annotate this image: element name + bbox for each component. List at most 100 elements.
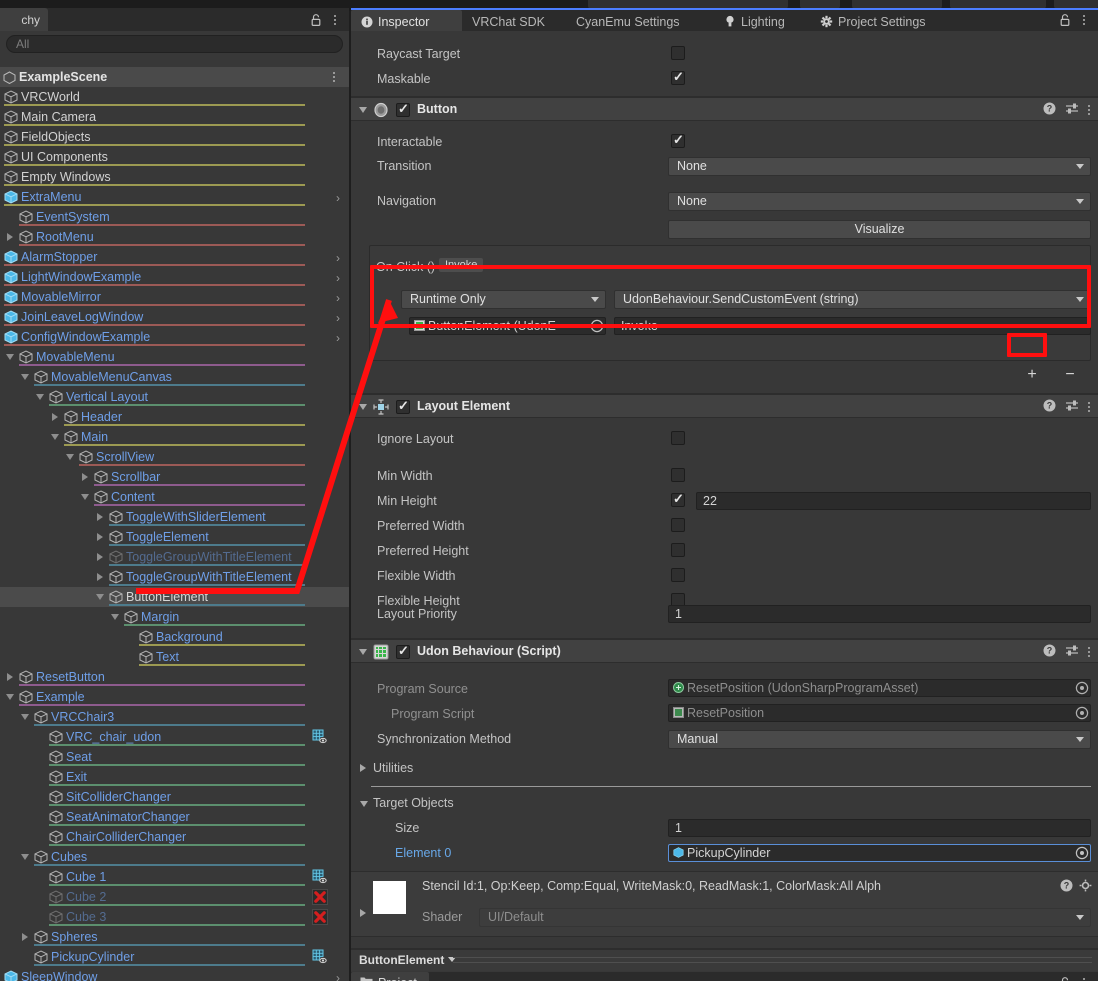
project-lock-icon[interactable]	[1058, 976, 1072, 981]
navigation-dropdown[interactable]: None	[668, 192, 1091, 211]
hierarchy-item[interactable]: AlarmStopper ›	[0, 247, 349, 267]
collapse-triangle-icon[interactable]	[96, 594, 104, 600]
hierarchy-item[interactable]: Main	[0, 427, 349, 447]
hierarchy-item[interactable]: ResetButton	[0, 667, 349, 687]
utilities-fold-icon[interactable]	[360, 764, 366, 772]
maskable-checkbox[interactable]	[671, 69, 685, 85]
expand-triangle-icon[interactable]	[52, 413, 58, 421]
udon-enabled-checkbox[interactable]	[396, 643, 410, 659]
preset-icon[interactable]	[1065, 644, 1079, 660]
hierarchy-item[interactable]: FieldObjects	[0, 127, 349, 147]
hierarchy-item[interactable]: Cube 2	[0, 887, 349, 907]
sync-method-dropdown[interactable]: Manual	[668, 730, 1091, 749]
preset-icon[interactable]	[1065, 102, 1079, 118]
hierarchy-item[interactable]: ToggleGroupWithTitleElement	[0, 547, 349, 567]
component-header-udon-behaviour[interactable]: Udon Behaviour (Script) ?	[351, 639, 1098, 663]
hierarchy-item[interactable]: Main Camera	[0, 107, 349, 127]
hierarchy-item[interactable]: Cube 1	[0, 867, 349, 887]
expand-triangle-icon[interactable]	[97, 513, 103, 521]
hierarchy-item[interactable]: Content	[0, 487, 349, 507]
expand-triangle-icon[interactable]	[97, 533, 103, 541]
component-header-layout-element[interactable]: Layout Element ?	[351, 394, 1098, 418]
hierarchy-menu-icon[interactable]	[329, 12, 341, 28]
expand-triangle-icon[interactable]	[97, 553, 103, 561]
hierarchy-item[interactable]: ExtraMenu ›	[0, 187, 349, 207]
collapse-triangle-icon[interactable]	[6, 354, 14, 360]
static-flags-icon[interactable]	[312, 949, 328, 965]
size-field[interactable]: 1	[668, 819, 1091, 837]
hierarchy-item[interactable]: SeatAnimatorChanger	[0, 807, 349, 827]
hierarchy-item[interactable]: Exit	[0, 767, 349, 787]
min-height-field[interactable]: 22	[696, 492, 1091, 510]
hierarchy-item[interactable]: ToggleWithSliderElement	[0, 507, 349, 527]
object-picker-icon[interactable]	[1075, 706, 1089, 720]
hierarchy-item[interactable]: RootMenu	[0, 227, 349, 247]
hierarchy-item[interactable]: Spheres	[0, 927, 349, 947]
fold-triangle-icon[interactable]	[359, 649, 367, 655]
collapse-triangle-icon[interactable]	[21, 714, 29, 720]
collapse-triangle-icon[interactable]	[6, 694, 14, 700]
hierarchy-item[interactable]: Background	[0, 627, 349, 647]
hierarchy-item[interactable]: ButtonElement	[0, 587, 349, 607]
collapse-triangle-icon[interactable]	[81, 494, 89, 500]
hierarchy-item[interactable]: Vertical Layout	[0, 387, 349, 407]
collapse-triangle-icon[interactable]	[21, 374, 29, 380]
hierarchy-item[interactable]: LightWindowExample ›	[0, 267, 349, 287]
scene-row[interactable]: ExampleScene	[0, 67, 349, 87]
hidden-toggle-icon[interactable]	[312, 909, 328, 925]
hierarchy-item[interactable]: SitColliderChanger	[0, 787, 349, 807]
prefab-open-chevron-icon[interactable]: ›	[336, 251, 340, 265]
expand-triangle-icon[interactable]	[7, 673, 13, 681]
tab-inspector[interactable]: Inspector	[351, 10, 462, 33]
expand-triangle-icon[interactable]	[97, 573, 103, 581]
hidden-toggle-icon[interactable]	[312, 889, 328, 905]
prefab-open-chevron-icon[interactable]: ›	[336, 291, 340, 305]
target-objects-fold-icon[interactable]	[360, 801, 368, 807]
raycast-target-checkbox[interactable]	[671, 46, 685, 60]
material-fold-icon[interactable]	[360, 909, 366, 917]
hierarchy-item[interactable]: Header	[0, 407, 349, 427]
hierarchy-item[interactable]: UI Components	[0, 147, 349, 167]
ignore-layout-checkbox[interactable]	[671, 431, 685, 445]
tab-project-settings[interactable]: Project Settings	[810, 10, 953, 33]
remove-event-button[interactable]: −	[1051, 365, 1089, 385]
interactable-checkbox[interactable]	[671, 132, 685, 148]
hierarchy-item[interactable]: Text	[0, 647, 349, 667]
help-icon[interactable]: ?	[1060, 879, 1073, 895]
preset-icon[interactable]	[1065, 399, 1079, 415]
preferred-height-checkbox[interactable]	[671, 543, 685, 557]
inspector-menu-icon[interactable]	[1078, 12, 1090, 28]
tab-hierarchy[interactable]: chy	[0, 8, 48, 31]
static-flags-icon[interactable]	[312, 869, 328, 885]
add-event-button[interactable]: +	[1013, 365, 1051, 385]
component-menu-icon[interactable]	[1088, 105, 1090, 115]
hierarchy-item[interactable]: ConfigWindowExample ›	[0, 327, 349, 347]
prefab-open-chevron-icon[interactable]: ›	[336, 971, 340, 981]
program-script-field[interactable]: ResetPosition	[668, 704, 1091, 722]
material-swatch[interactable]	[373, 881, 406, 914]
tab-project[interactable]: Project	[351, 972, 429, 981]
expand-triangle-icon[interactable]	[82, 473, 88, 481]
hierarchy-item[interactable]: PickupCylinder	[0, 947, 349, 967]
flexible-width-checkbox[interactable]	[671, 568, 685, 582]
lock-icon[interactable]	[309, 13, 323, 27]
prefab-open-chevron-icon[interactable]: ›	[336, 331, 340, 345]
inspector-lock-icon[interactable]	[1058, 13, 1072, 27]
component-menu-icon[interactable]	[1088, 647, 1090, 657]
help-icon[interactable]: ?	[1043, 102, 1056, 118]
hierarchy-item[interactable]: JoinLeaveLogWindow ›	[0, 307, 349, 327]
hierarchy-item[interactable]: Empty Windows	[0, 167, 349, 187]
hierarchy-search-input[interactable]: All	[6, 35, 343, 53]
object-picker-icon[interactable]	[1075, 846, 1089, 860]
collapse-triangle-icon[interactable]	[36, 394, 44, 400]
min-width-checkbox[interactable]	[671, 468, 685, 482]
prefab-open-chevron-icon[interactable]: ›	[336, 191, 340, 205]
expand-triangle-icon[interactable]	[22, 933, 28, 941]
hierarchy-item[interactable]: ToggleGroupWithTitleElement	[0, 567, 349, 587]
hierarchy-item[interactable]: Margin	[0, 607, 349, 627]
visualize-button[interactable]: Visualize	[668, 220, 1091, 239]
collapse-triangle-icon[interactable]	[66, 454, 74, 460]
hierarchy-item[interactable]: MovableMirror ›	[0, 287, 349, 307]
min-height-checkbox[interactable]	[671, 491, 685, 507]
prefab-open-chevron-icon[interactable]: ›	[336, 271, 340, 285]
